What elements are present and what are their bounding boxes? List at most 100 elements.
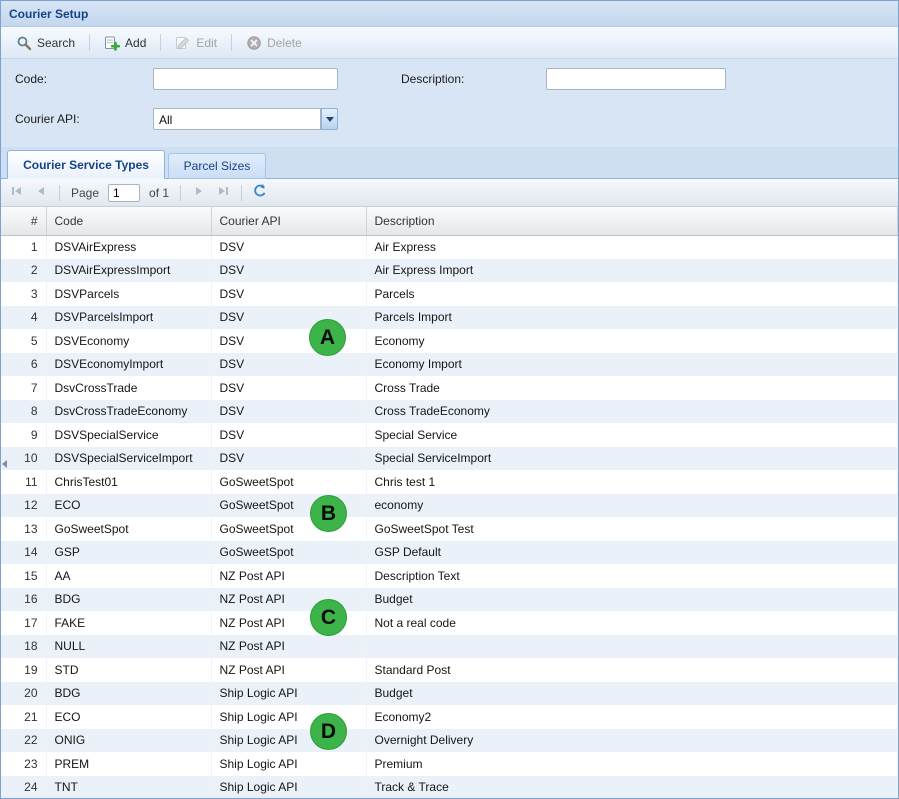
row-number-cell: 24 <box>1 776 46 799</box>
column-header-description[interactable]: Description <box>366 207 898 235</box>
courier-api-cell: DSV <box>211 259 366 283</box>
code-cell: DSVSpecialServiceImport <box>46 447 211 471</box>
code-cell: DSVAirExpress <box>46 235 211 259</box>
row-number-cell: 8 <box>1 400 46 424</box>
table-row[interactable]: 2DSVAirExpressImportDSVAir Express Impor… <box>1 259 898 283</box>
courier-api-cell: Ship Logic API <box>211 682 366 706</box>
tab-courier-service-types[interactable]: Courier Service Types <box>7 150 165 179</box>
table-row[interactable]: 8DsvCrossTradeEconomyDSVCross TradeEcono… <box>1 400 898 424</box>
description-cell <box>366 635 898 659</box>
table-row[interactable]: 6DSVEconomyImportDSVEconomy Import <box>1 353 898 377</box>
row-number-cell: 13 <box>1 517 46 541</box>
edit-icon <box>175 35 191 51</box>
table-row[interactable]: 18NULLNZ Post API <box>1 635 898 659</box>
row-number-cell: 7 <box>1 376 46 400</box>
code-cell: ONIG <box>46 729 211 753</box>
next-page-icon <box>191 183 207 202</box>
combo-trigger-button[interactable] <box>321 108 338 130</box>
table-row[interactable]: 17FAKENZ Post APINot a real code <box>1 611 898 635</box>
code-cell: PREM <box>46 752 211 776</box>
page-number-input[interactable] <box>108 184 140 202</box>
delete-button[interactable]: Delete <box>237 30 311 56</box>
code-cell: ChrisTest01 <box>46 470 211 494</box>
panel-collapse-handle[interactable] <box>1 451 8 477</box>
row-number-cell: 3 <box>1 282 46 306</box>
description-cell: Track & Trace <box>366 776 898 799</box>
table-row[interactable]: 16BDGNZ Post APIBudget <box>1 588 898 612</box>
refresh-icon <box>252 183 268 202</box>
code-cell: TNT <box>46 776 211 799</box>
column-header-number[interactable]: # <box>1 207 46 235</box>
table-row[interactable]: 14GSPGoSweetSpotGSP Default <box>1 541 898 565</box>
table-row[interactable]: 10DSVSpecialServiceImportDSVSpecial Serv… <box>1 447 898 471</box>
table-row[interactable]: 21ECOShip Logic APIEconomy2 <box>1 705 898 729</box>
code-label: Code: <box>15 72 47 86</box>
add-button[interactable]: Add <box>95 30 155 56</box>
first-page-button[interactable] <box>6 182 28 204</box>
last-page-button[interactable] <box>212 182 234 204</box>
tab-parcel-sizes[interactable]: Parcel Sizes <box>168 153 266 179</box>
row-number-cell: 4 <box>1 306 46 330</box>
courier-api-cell: DSV <box>211 447 366 471</box>
page-label: Page <box>71 186 99 200</box>
page-of-label: of 1 <box>149 186 169 200</box>
description-cell: GSP Default <box>366 541 898 565</box>
refresh-button[interactable] <box>249 182 271 204</box>
description-cell: economy <box>366 494 898 518</box>
table-row[interactable]: 4DSVParcelsImportDSVParcels Import <box>1 306 898 330</box>
table-row[interactable]: 22ONIGShip Logic APIOvernight Delivery <box>1 729 898 753</box>
courier-api-label: Courier API: <box>15 112 80 126</box>
filter-form: Code: Description: Courier API: All <box>1 59 898 147</box>
toolbar-separator <box>231 34 232 51</box>
courier-api-cell: DSV <box>211 376 366 400</box>
courier-api-cell: DSV <box>211 423 366 447</box>
tab-bar: Courier Service Types Parcel Sizes <box>1 147 898 179</box>
row-number-cell: 21 <box>1 705 46 729</box>
table-row[interactable]: 15AANZ Post APIDescription Text <box>1 564 898 588</box>
table-row[interactable]: 1DSVAirExpressDSVAir Express <box>1 235 898 259</box>
search-icon <box>16 35 32 51</box>
delete-button-label: Delete <box>267 36 302 50</box>
table-row[interactable]: 3DSVParcelsDSVParcels <box>1 282 898 306</box>
description-cell: Economy2 <box>366 705 898 729</box>
add-icon <box>104 35 120 51</box>
code-cell: DSVAirExpressImport <box>46 259 211 283</box>
table-row[interactable]: 20BDGShip Logic APIBudget <box>1 682 898 706</box>
code-cell: STD <box>46 658 211 682</box>
next-page-button[interactable] <box>188 182 210 204</box>
table-row[interactable]: 24TNTShip Logic APITrack & Trace <box>1 776 898 799</box>
table-row[interactable]: 13GoSweetSpotGoSweetSpotGoSweetSpot Test <box>1 517 898 541</box>
table-row[interactable]: 5DSVEconomyDSVEconomy <box>1 329 898 353</box>
description-cell: Economy <box>366 329 898 353</box>
table-row[interactable]: 9DSVSpecialServiceDSVSpecial Service <box>1 423 898 447</box>
table-row[interactable]: 19STDNZ Post APIStandard Post <box>1 658 898 682</box>
courier-api-selected-value[interactable]: All <box>153 108 321 130</box>
search-button[interactable]: Search <box>7 30 84 56</box>
delete-icon <box>246 35 262 51</box>
courier-api-cell: GoSweetSpot <box>211 470 366 494</box>
description-cell: Cross Trade <box>366 376 898 400</box>
table-row[interactable]: 7DsvCrossTradeDSVCross Trade <box>1 376 898 400</box>
table-row[interactable]: 23PREMShip Logic APIPremium <box>1 752 898 776</box>
row-number-cell: 2 <box>1 259 46 283</box>
main-toolbar: Search Add Edit Delete <box>1 27 898 59</box>
code-cell: DSVEconomy <box>46 329 211 353</box>
annotation-marker-a: A <box>309 319 346 356</box>
column-header-code[interactable]: Code <box>46 207 211 235</box>
courier-service-types-grid: # Code Courier API Description 1DSVAirEx… <box>1 207 898 798</box>
first-page-icon <box>9 183 25 202</box>
paging-toolbar: Page of 1 <box>1 179 898 207</box>
annotation-marker-b: B <box>310 495 347 532</box>
code-cell: GoSweetSpot <box>46 517 211 541</box>
table-row[interactable]: 11ChrisTest01GoSweetSpotChris test 1 <box>1 470 898 494</box>
column-header-courier-api[interactable]: Courier API <box>211 207 366 235</box>
row-number-cell: 15 <box>1 564 46 588</box>
edit-button[interactable]: Edit <box>166 30 226 56</box>
chevron-down-icon <box>326 117 334 122</box>
prev-page-button[interactable] <box>30 182 52 204</box>
table-row[interactable]: 12ECOGoSweetSpoteconomy <box>1 494 898 518</box>
courier-api-cell: DSV <box>211 306 366 330</box>
code-input[interactable] <box>153 68 338 90</box>
description-input[interactable] <box>546 68 726 90</box>
courier-api-combo[interactable]: All <box>153 108 338 130</box>
